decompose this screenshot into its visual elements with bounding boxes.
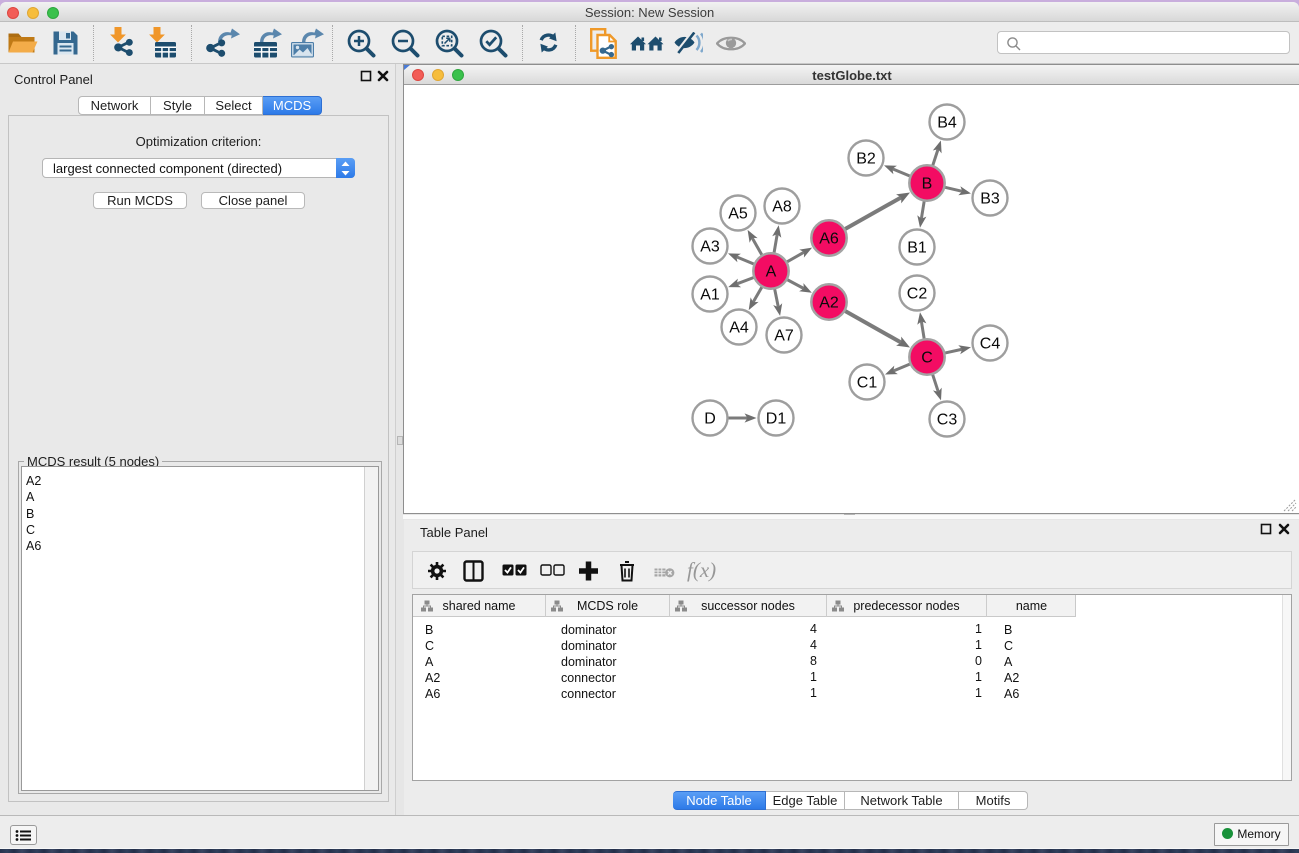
svg-text:D1: D1 xyxy=(766,411,787,428)
svg-text:A1: A1 xyxy=(700,287,720,304)
svg-text:D: D xyxy=(704,411,716,428)
svg-text:B2: B2 xyxy=(856,151,876,168)
svg-text:A5: A5 xyxy=(728,206,748,223)
svg-text:A2: A2 xyxy=(819,295,839,312)
svg-text:B1: B1 xyxy=(907,240,927,257)
svg-text:C1: C1 xyxy=(857,375,878,392)
svg-text:B4: B4 xyxy=(937,115,957,132)
svg-text:A: A xyxy=(766,264,777,281)
svg-text:C4: C4 xyxy=(980,336,1001,353)
svg-text:A6: A6 xyxy=(819,231,839,248)
svg-text:A4: A4 xyxy=(729,320,749,337)
svg-text:C2: C2 xyxy=(907,286,928,303)
svg-text:A7: A7 xyxy=(774,328,794,345)
svg-text:C: C xyxy=(921,350,933,367)
svg-text:B: B xyxy=(922,176,933,193)
svg-text:A3: A3 xyxy=(700,239,720,256)
svg-text:C3: C3 xyxy=(937,412,958,429)
svg-text:A8: A8 xyxy=(772,199,792,216)
svg-text:B3: B3 xyxy=(980,191,1000,208)
